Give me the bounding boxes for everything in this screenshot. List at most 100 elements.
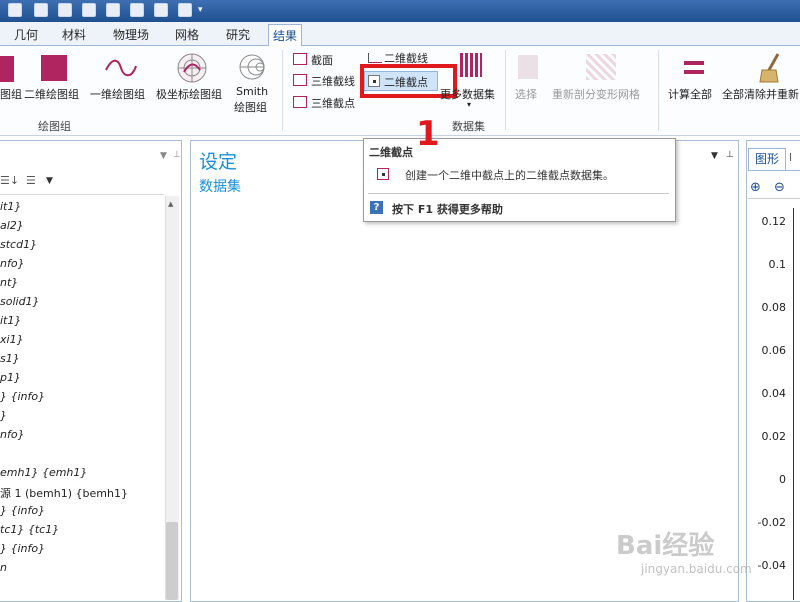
tree-item[interactable]: al2} [0, 219, 24, 232]
y-tick-label: 0.02 [761, 430, 787, 443]
quick-access-dropdown-icon[interactable]: ▾ [198, 5, 203, 15]
title-bar: ▾ [0, 0, 800, 22]
remesh-icon [586, 54, 616, 80]
dataset-section-label: 数据集 [452, 120, 485, 133]
tree-item[interactable]: it1} [0, 314, 21, 327]
zoom-in-icon[interactable]: ⊕ [750, 180, 761, 195]
tree-toolbar-divider [0, 194, 164, 195]
cut-point-3d-icon[interactable] [293, 96, 307, 108]
y-tick-label: 0.12 [761, 215, 787, 228]
tab-study[interactable]: 研究 [222, 24, 254, 46]
polar-plot-group-label[interactable]: 极坐标绘图组 [156, 86, 222, 102]
graphics-tab-divider [748, 170, 800, 171]
tab-physics[interactable]: 物理场 [109, 24, 153, 46]
graphics-panel [746, 140, 800, 602]
tree-item[interactable]: nfo} [0, 257, 25, 270]
plot-group-section-label: 绘图组 [38, 120, 71, 133]
selection-label: 选择 [515, 88, 537, 101]
compute-icon[interactable] [130, 3, 144, 17]
pin-icon[interactable]: ⊥ [173, 150, 181, 160]
more-datasets-icon[interactable] [460, 53, 482, 77]
3d-plot-group-icon[interactable] [0, 56, 14, 82]
panel-dropdown-icon[interactable]: ▼ [160, 151, 167, 161]
watermark-brand: Bai经验 [616, 531, 715, 561]
y-axis-line [793, 208, 794, 600]
ribbon-separator [658, 50, 659, 130]
graphics-toolbar-divider [748, 198, 800, 199]
tooltip-description: 创建一个二维中截点上的二维截点数据集。 [405, 169, 614, 182]
cut-line-3d-label[interactable]: 三维截线 [311, 73, 355, 89]
new-file-icon[interactable] [34, 3, 48, 17]
broom-icon[interactable] [758, 52, 784, 84]
tree-item[interactable]: it1} [0, 200, 21, 213]
find-icon[interactable] [154, 3, 168, 17]
tooltip-divider [368, 193, 669, 194]
y-tick-label: -0.04 [757, 559, 786, 572]
settings-pin-icon[interactable]: ⊥ [726, 150, 734, 160]
ribbon-separator [282, 50, 283, 130]
clear-all-label[interactable]: 全部清除并重新 [722, 86, 799, 102]
selection-icon [518, 55, 538, 79]
scroll-up-icon[interactable]: ▲ [168, 200, 173, 208]
tree-item[interactable]: nt} [0, 276, 18, 289]
sort-icon[interactable]: ☰↓ [0, 174, 19, 187]
tree-item[interactable]: n [0, 561, 7, 574]
zoom-out-icon[interactable]: ⊖ [774, 180, 785, 195]
smith-plot-group-label-1[interactable]: Smith [236, 85, 268, 98]
cut-line-2d-icon[interactable] [368, 53, 382, 63]
smith-plot-group-icon[interactable] [238, 53, 266, 81]
tree-item[interactable]: } {info} [0, 390, 45, 403]
2d-plot-group-label[interactable]: 二维绘图组 [24, 86, 79, 102]
tab-materials[interactable]: 材料 [58, 24, 90, 46]
smith-plot-group-label-2[interactable]: 绘图组 [234, 99, 267, 115]
3d-plot-group-label[interactable]: 图组 [0, 86, 22, 102]
graphics-tab[interactable]: 图形 [748, 148, 786, 170]
cut-point-2d-tooltip-icon [377, 168, 389, 180]
settings-dropdown-icon[interactable]: ▼ [711, 151, 718, 161]
remesh-label: 重新剖分变形网格 [552, 88, 640, 101]
y-tick-label: 0.1 [768, 258, 787, 271]
y-tick-label: 0 [779, 473, 786, 486]
open-file-icon[interactable] [58, 3, 72, 17]
tree-item[interactable]: } {info} [0, 504, 45, 517]
more-datasets-dropdown-icon[interactable]: ▾ [467, 100, 471, 109]
compute-all-label[interactable]: 计算全部 [668, 86, 712, 102]
tree-item[interactable]: solid1} [0, 295, 40, 308]
tree-item[interactable]: nfo} [0, 428, 25, 441]
tree-item[interactable]: } {info} [0, 542, 45, 555]
tree-dropdown-icon[interactable]: ▼ [46, 176, 53, 186]
tree-item[interactable]: p1} [0, 371, 21, 384]
1d-plot-group-icon[interactable] [104, 56, 138, 80]
tree-item[interactable]: stcd1} [0, 238, 37, 251]
tab-mesh[interactable]: 网格 [171, 24, 203, 46]
tooltip-title: 二维截点 [369, 146, 413, 159]
2d-plot-group-icon[interactable] [41, 55, 67, 81]
tree-item[interactable]: xi1} [0, 333, 24, 346]
y-tick-label: 0.08 [761, 301, 787, 314]
polar-plot-group-icon[interactable] [176, 52, 208, 84]
help-icon: ? [370, 201, 383, 214]
model-icon[interactable] [82, 3, 96, 17]
cut-point-3d-label[interactable]: 三维截点 [311, 95, 355, 111]
cut-line-3d-icon[interactable] [293, 74, 307, 86]
compute-all-icon-bar [684, 70, 704, 74]
1d-plot-group-label[interactable]: 一维绘图组 [90, 86, 145, 102]
compute-all-icon[interactable] [684, 61, 704, 65]
tree-item[interactable]: 源 1 (bemh1) {bemh1} [0, 485, 128, 501]
save-icon[interactable] [178, 3, 192, 17]
list-view-icon[interactable]: ☰ [26, 174, 36, 187]
undo-icon[interactable] [106, 3, 120, 17]
settings-subtitle: 数据集 [199, 179, 241, 195]
tab-results[interactable]: 结果 [268, 24, 303, 47]
tree-item[interactable]: s1} [0, 352, 20, 365]
tree-scrollbar-thumb[interactable] [166, 522, 178, 600]
tree-item[interactable]: } [0, 409, 7, 422]
tab-geometry[interactable]: 几何 [10, 24, 42, 46]
tree-item[interactable]: emh1} {emh1} [0, 466, 87, 479]
y-tick-label: -0.02 [757, 516, 786, 529]
cut-plane-icon[interactable] [293, 53, 307, 65]
graphics-tab-overflow[interactable]: l [789, 151, 792, 164]
tree-item[interactable]: tc1} {tc1} [0, 523, 59, 536]
cut-plane-label[interactable]: 截面 [311, 52, 333, 68]
tooltip-help-text: 按下 F1 获得更多帮助 [392, 203, 503, 216]
